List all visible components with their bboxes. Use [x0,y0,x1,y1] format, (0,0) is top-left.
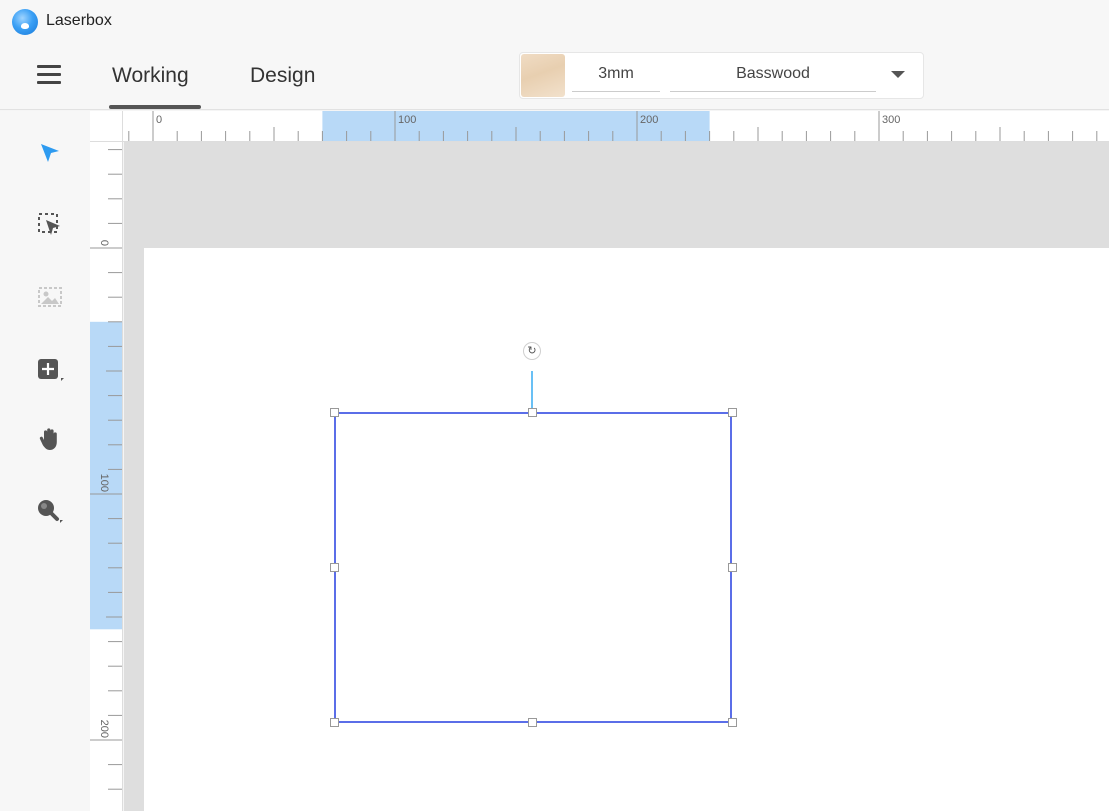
image-tool-button[interactable] [28,277,72,317]
image-icon [38,287,62,307]
chevron-down-icon[interactable] [891,71,905,78]
rotate-handle-icon[interactable]: ↻ [523,342,541,360]
active-tab-indicator [109,105,201,109]
resize-handle-bottom-right[interactable] [728,718,737,727]
resize-handle-top-right[interactable] [728,408,737,417]
ruler-label: 200 [640,114,658,126]
title-bar: Laserbox [0,0,1109,42]
resize-handle-left[interactable] [330,563,339,572]
resize-handle-bottom[interactable] [528,718,537,727]
hand-icon [39,428,57,450]
tab-design[interactable]: Design [250,64,315,88]
app-title: Laserbox [46,12,112,29]
ruler-label: 200 [98,720,110,738]
thickness-underline [572,91,660,92]
work-area[interactable]: ↻ [144,248,1109,811]
arrow-pointer-icon [41,144,59,162]
material-name-field[interactable]: Basswood [670,65,876,83]
vertical-ruler-scale: 0 100 200 [90,149,122,790]
top-toolbar: Working Design 3mm Basswood [0,42,1109,110]
zoom-tool-button[interactable] [28,491,72,531]
pan-tool-button[interactable] [28,419,72,459]
ruler-label: 0 [98,240,110,246]
hamburger-menu-icon[interactable] [37,65,61,85]
ruler-label: 100 [98,474,110,492]
material-underline [670,91,876,92]
app-logo-icon [12,9,38,35]
resize-handle-right[interactable] [728,563,737,572]
select-tool-button[interactable] [28,133,72,173]
ruler-corner [90,111,123,142]
material-selector[interactable]: 3mm Basswood [519,52,924,99]
resize-handle-top-left[interactable] [330,408,339,417]
tool-sidebar [0,111,90,811]
add-icon [38,359,64,381]
rotate-handle-line [531,371,533,412]
tab-working[interactable]: Working [112,64,189,88]
design-canvas[interactable]: ↻ [124,142,1109,811]
resize-handle-top[interactable] [528,408,537,417]
marquee-select-icon [38,213,60,235]
ruler-label: 0 [156,114,162,126]
horizontal-ruler-scale: 0 100 200 300 [128,111,1098,141]
selected-rectangle[interactable] [334,412,732,723]
resize-handle-bottom-left[interactable] [330,718,339,727]
add-shape-tool-button[interactable] [28,349,72,389]
thickness-field[interactable]: 3mm [572,65,660,83]
magnifier-icon [38,500,63,523]
ruler-label: 300 [882,114,900,126]
marquee-select-tool-button[interactable] [28,205,72,245]
ruler-label: 100 [398,114,416,126]
vertical-ruler[interactable]: 0 100 200 [90,142,123,811]
material-swatch [521,54,565,97]
horizontal-ruler[interactable]: 0 100 200 300 [123,111,1109,142]
